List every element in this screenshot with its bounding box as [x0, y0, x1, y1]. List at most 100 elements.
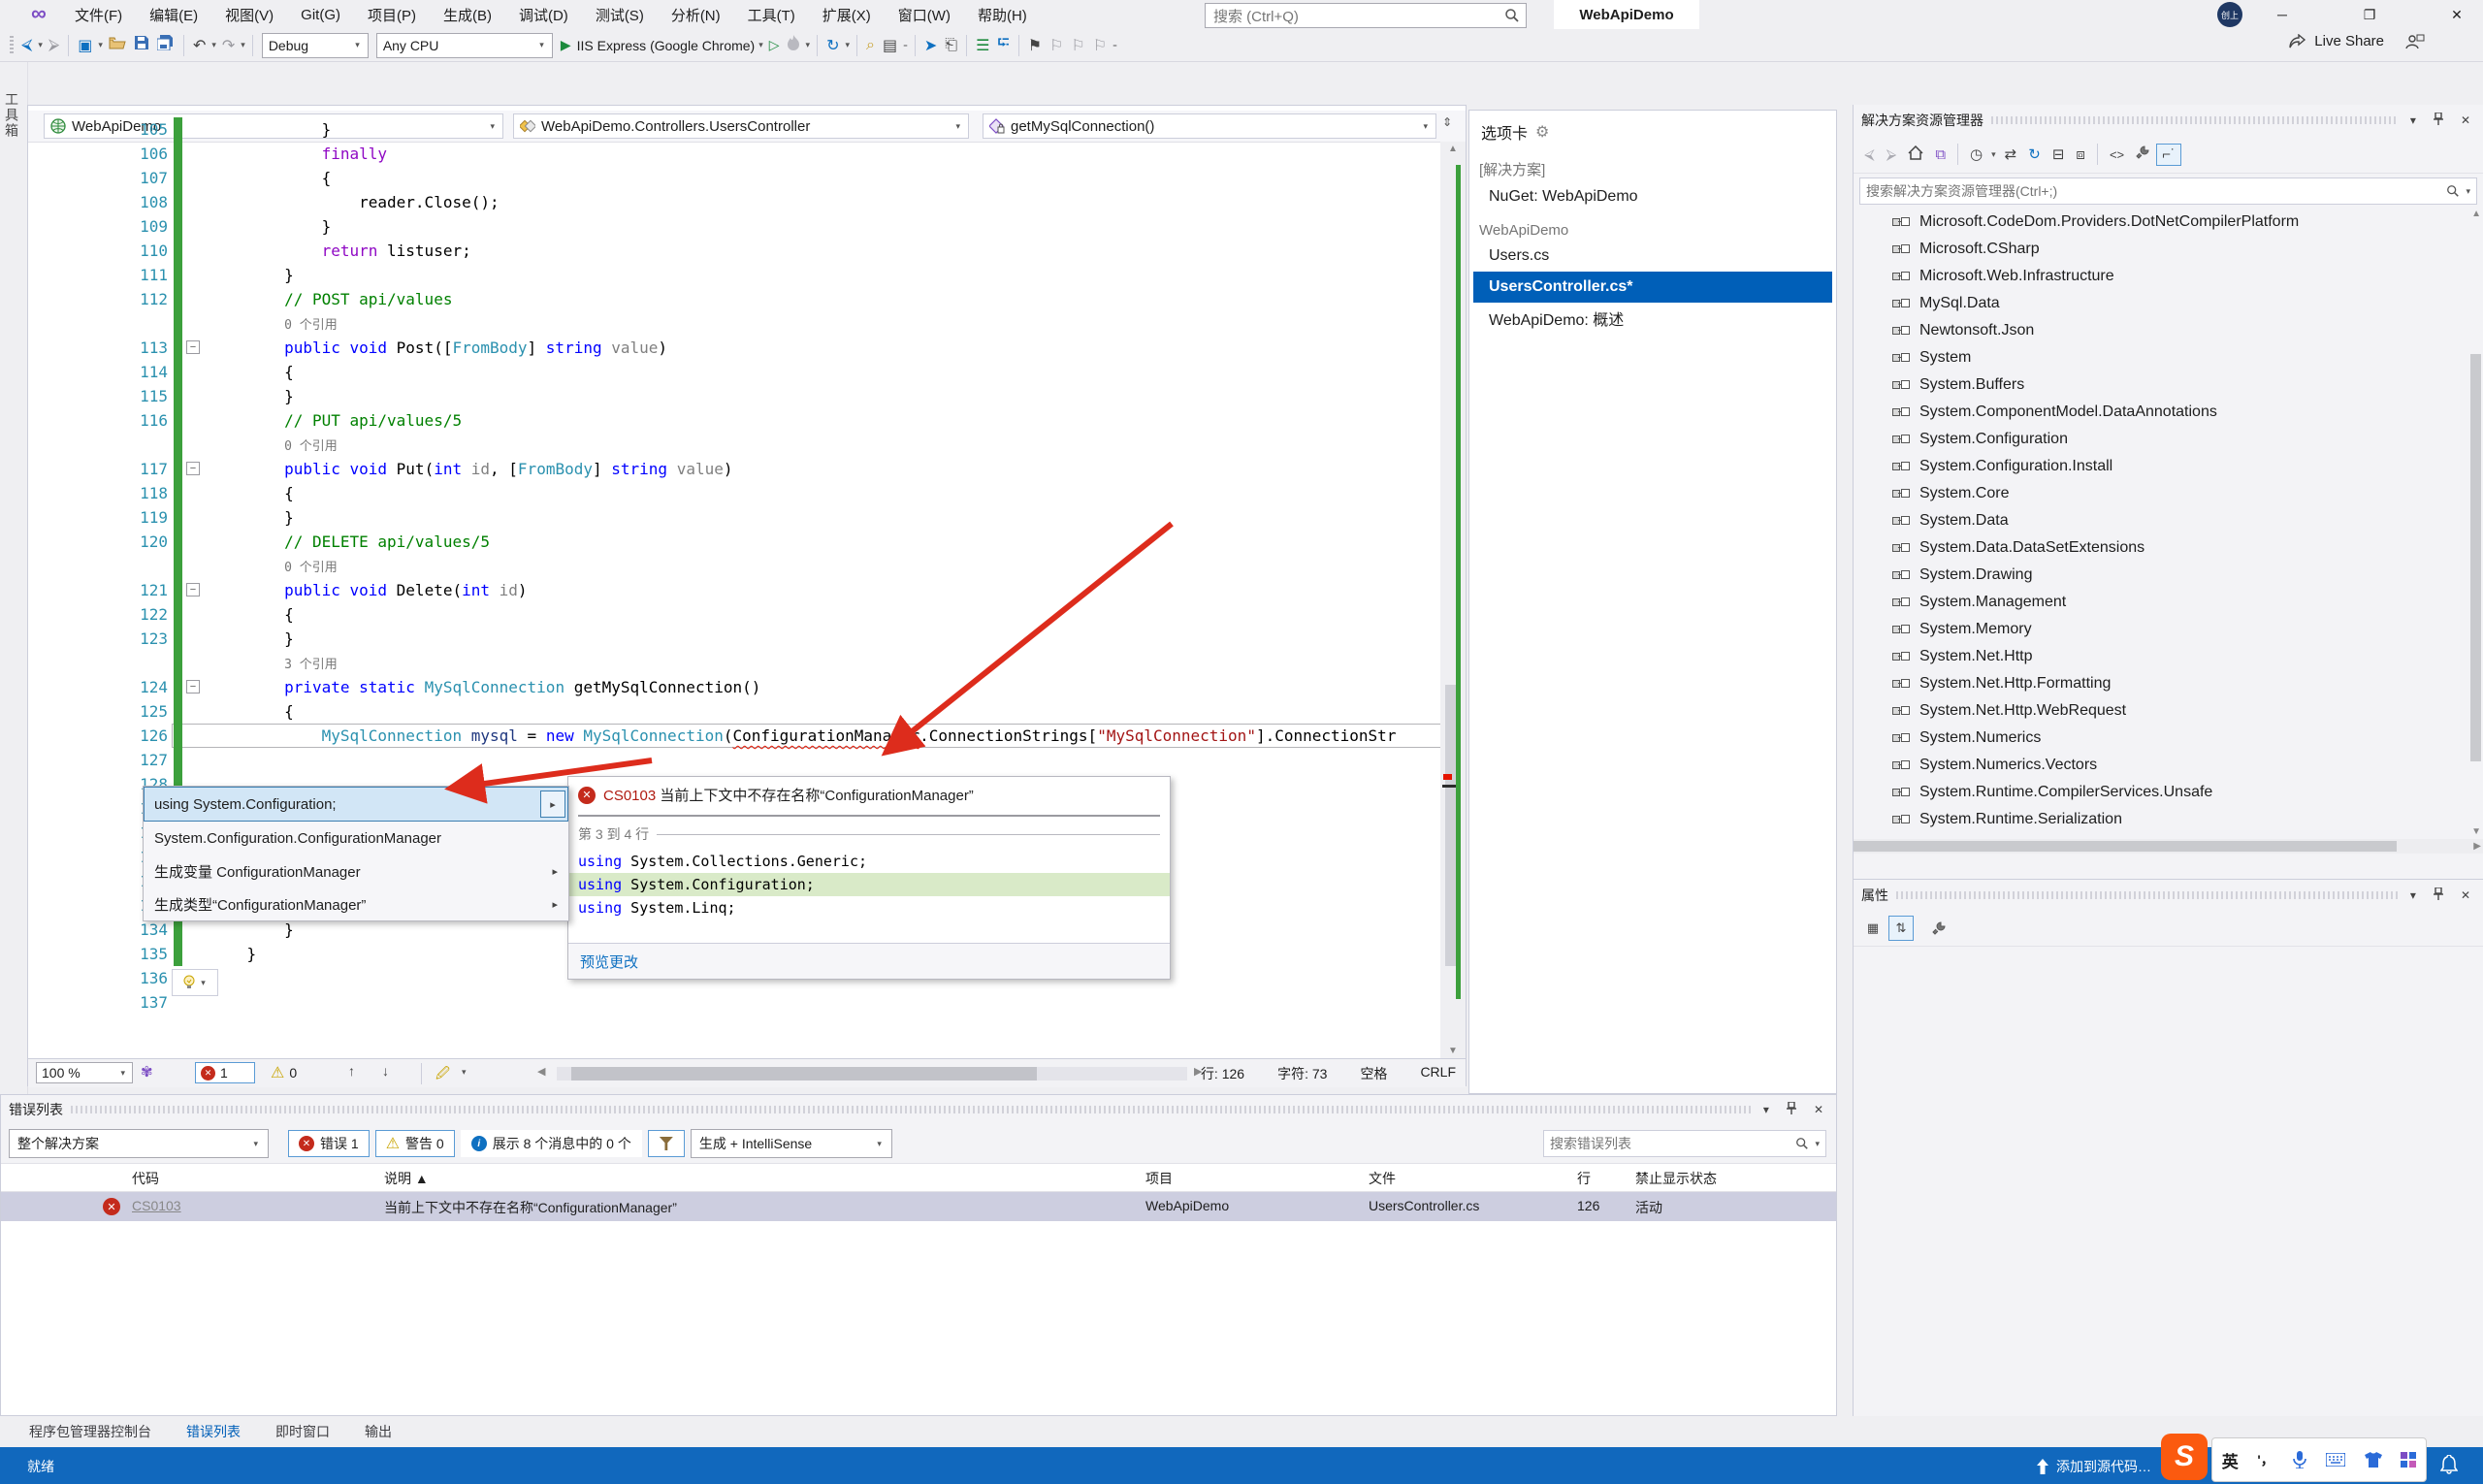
reference-item[interactable]: System [1854, 344, 2483, 371]
lightbulb-dropdown[interactable]: ▾ [199, 978, 208, 988]
codelens-row[interactable]: 0 个引用 [28, 311, 1440, 336]
health-indicator-icon[interactable]: ✾ [141, 1063, 153, 1081]
save-icon[interactable] [130, 35, 153, 55]
se-vertical-scrollbar[interactable]: ▲ ▼ [2468, 209, 2483, 837]
quick-fix-item-3[interactable]: 生成类型“ConfigurationManager”▸ [144, 887, 568, 920]
menu-item-6[interactable]: 调试(D) [506, 5, 581, 25]
menu-item-1[interactable]: 编辑(E) [137, 5, 210, 25]
tab-well-item[interactable]: WebApiDemo: 概述 [1469, 303, 1836, 334]
reference-item[interactable]: System.Net.Http.WebRequest [1854, 697, 2483, 725]
menu-item-8[interactable]: 分析(N) [659, 5, 733, 25]
code-line-108[interactable]: 108 reader.Close(); [28, 190, 1440, 214]
restore-button[interactable]: ❐ [2347, 0, 2392, 29]
reference-item[interactable]: System.Runtime.CompilerServices.Unsafe [1854, 779, 2483, 806]
notifications-bell-icon[interactable] [2440, 1455, 2458, 1474]
pin-icon[interactable] [2429, 113, 2448, 128]
next-bookmark-icon[interactable]: ⚐ [1067, 36, 1088, 55]
reference-item[interactable]: System.Net.Http [1854, 643, 2483, 670]
undo-icon[interactable]: ↶ [189, 36, 210, 55]
se-scroll-up-icon[interactable]: ▲ [2471, 209, 2481, 219]
start-debug-dropdown[interactable]: ▾ [757, 40, 765, 50]
reference-item[interactable]: System.Data [1854, 507, 2483, 534]
codelens-row[interactable]: 0 个引用 [28, 554, 1440, 578]
column-header-1[interactable]: 说明 ▲ [384, 1169, 429, 1188]
tab-well-item[interactable]: Users.cs [1469, 241, 1836, 272]
pending-changes-filter-icon[interactable]: ◷ [1965, 144, 1987, 165]
reference-item[interactable]: Microsoft.CodeDom.Providers.DotNetCompil… [1854, 209, 2483, 236]
code-line-121[interactable]: 121− public void Delete(int id) [28, 578, 1440, 602]
bookmark-icon[interactable]: ⚑ [1024, 36, 1046, 55]
errors-filter-button[interactable]: ✕ 错误 1 [288, 1130, 370, 1157]
menu-item-11[interactable]: 窗口(W) [886, 5, 963, 25]
pin-icon[interactable] [1782, 1102, 1801, 1117]
switch-views-icon[interactable]: ⧉ [1930, 145, 1951, 165]
code-line-105[interactable]: 105 } [28, 117, 1440, 142]
reference-item[interactable]: System.Configuration [1854, 426, 2483, 453]
filter-icon-button[interactable] [648, 1130, 685, 1157]
solution-explorer-search-input[interactable]: 搜索解决方案资源管理器(Ctrl+;) ▾ [1859, 177, 2477, 205]
hot-reload-icon[interactable] [784, 35, 804, 55]
tab-well-item[interactable]: UsersController.cs* [1473, 272, 1832, 303]
categorized-icon[interactable]: ▦ [1861, 917, 1885, 940]
reference-item[interactable]: System.Numerics [1854, 725, 2483, 752]
code-line-106[interactable]: 106 finally [28, 142, 1440, 166]
hscroll-thumb[interactable] [571, 1067, 1037, 1081]
close-panel-icon[interactable]: ✕ [1809, 1103, 1828, 1116]
start-without-debug-icon[interactable]: ▷ [765, 37, 784, 53]
code-cleanup-icon[interactable]: 🖉 [435, 1063, 450, 1086]
solution-explorer-tree[interactable]: Microsoft.CodeDom.Providers.DotNetCompil… [1854, 209, 2483, 837]
se-scroll-thumb[interactable] [2470, 354, 2481, 761]
se-back-icon[interactable]: ⮘ [1859, 145, 1880, 165]
bottom-tab-0[interactable]: 程序包管理器控制台 [29, 1422, 151, 1441]
warning-count-button[interactable]: ⚠0 [265, 1062, 323, 1083]
error-count-button[interactable]: ✕1 [195, 1062, 255, 1083]
redo-icon[interactable]: ↷ [218, 36, 239, 55]
reference-item[interactable]: System.Configuration.Install [1854, 453, 2483, 480]
reference-item[interactable]: System.Core [1854, 480, 2483, 507]
code-line-124[interactable]: 124− private static MySqlConnection getM… [28, 675, 1440, 699]
error-row[interactable]: ✕CS0103当前上下文中不存在名称“ConfigurationManager”… [1, 1192, 1836, 1221]
solution-platform-select[interactable]: Any CPU▾ [376, 33, 553, 58]
menu-item-3[interactable]: Git(G) [288, 7, 353, 23]
start-debug-icon[interactable]: ▶ [557, 37, 575, 53]
toolbox-grid-icon[interactable] [2401, 1452, 2416, 1468]
window-position-dropdown-icon[interactable]: ▾ [1758, 1103, 1774, 1116]
reference-item[interactable]: System.Buffers [1854, 371, 2483, 399]
new-project-dropdown[interactable]: ▾ [96, 40, 105, 50]
reference-item[interactable]: System.Net.Http.Formatting [1854, 670, 2483, 697]
reference-item[interactable]: System.Runtime.Serialization [1854, 806, 2483, 833]
lightbulb-quick-action[interactable]: ▾ [172, 969, 218, 996]
live-share-button[interactable]: Live Share [2289, 33, 2425, 49]
code-line-120[interactable]: 120 // DELETE api/values/5 [28, 530, 1440, 554]
next-issue-icon[interactable]: ↓ [382, 1063, 389, 1079]
skin-shirt-icon[interactable] [2365, 1452, 2382, 1468]
pin-icon[interactable] [2429, 887, 2448, 903]
show-all-files-icon[interactable]: ⧈ [2071, 145, 2090, 165]
navigate-back-icon[interactable]: ⮘ [17, 37, 36, 54]
quick-fix-item-2[interactable]: 生成变量 ConfigurationManager▸ [144, 855, 568, 887]
property-pages-wrench-icon[interactable] [1927, 917, 1951, 940]
se-forward-icon[interactable]: ⮚ [1882, 145, 1902, 165]
toolbox-tab[interactable]: 工具箱 [2, 92, 21, 139]
sync-with-active-document-icon[interactable]: ⇄ [2000, 144, 2022, 165]
codelens-row[interactable]: 3 个引用 [28, 651, 1440, 675]
fold-collapse-icon[interactable]: − [186, 583, 200, 597]
reference-item[interactable]: Newtonsoft.Json [1854, 317, 2483, 344]
restart-icon[interactable]: ↻ [822, 36, 843, 55]
ime-toolbar[interactable]: 英 '， [2211, 1437, 2427, 1482]
reference-item[interactable]: System.Data.DataSetExtensions [1854, 534, 2483, 562]
code-line-117[interactable]: 117− public void Put(int id, [FromBody] … [28, 457, 1440, 481]
se-horizontal-scrollbar[interactable]: ▶ [1854, 839, 2483, 854]
code-line-113[interactable]: 113− public void Post([FromBody] string … [28, 336, 1440, 360]
code-line-107[interactable]: 107 { [28, 166, 1440, 190]
quick-fix-item-0[interactable]: using System.Configuration;▸ [144, 787, 568, 822]
se-hscroll-thumb[interactable] [1854, 841, 2397, 852]
submenu-arrow-icon[interactable]: ▸ [540, 790, 565, 818]
code-line-137[interactable]: 137 [28, 990, 1440, 1015]
error-code-link[interactable]: CS0103 [132, 1198, 181, 1213]
reference-item[interactable]: System.Drawing [1854, 562, 2483, 589]
find-in-files-icon[interactable]: ⌕ [862, 37, 879, 54]
se-scroll-down-icon[interactable]: ▼ [2471, 826, 2481, 837]
tab-well-item[interactable]: NuGet: WebApiDemo [1469, 181, 1836, 212]
new-project-icon[interactable]: ▣ [74, 36, 96, 55]
